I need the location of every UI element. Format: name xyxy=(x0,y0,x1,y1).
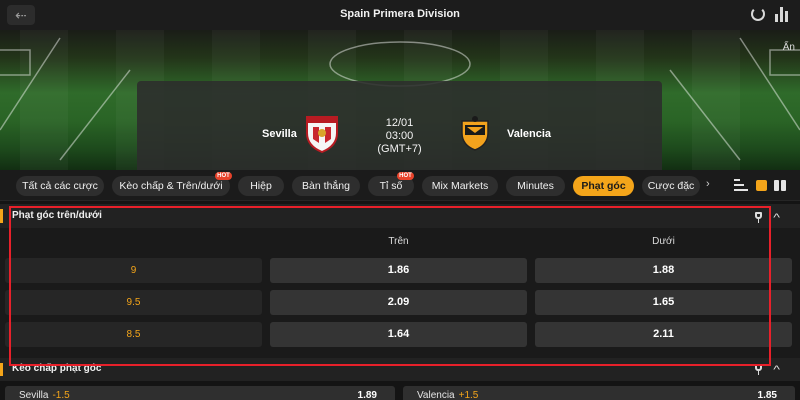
handicap-away-button[interactable]: Valencia +1.5 1.85 xyxy=(403,386,795,400)
match-card: Sevilla 12/01 03:00 (GMT+7) Valencia xyxy=(137,81,662,170)
bar-chart-icon[interactable] xyxy=(775,7,789,22)
handicap-team: Sevilla -1.5 xyxy=(19,390,70,400)
tab-half[interactable]: Hiệp xyxy=(238,176,284,196)
tab-minutes[interactable]: Minutes xyxy=(506,176,565,196)
column-header-under: Dưới xyxy=(652,236,675,247)
tab-corners[interactable]: Phạt góc xyxy=(573,176,634,196)
tab-handicap-over-under[interactable]: Kèo chấp & Trên/dưới xyxy=(112,176,230,196)
column-header-over: Trên xyxy=(388,236,409,247)
single-view-icon[interactable] xyxy=(756,180,767,191)
hot-badge: HOT xyxy=(397,172,414,180)
two-column-view-icon[interactable] xyxy=(774,180,786,191)
line-value: 9 xyxy=(5,258,262,283)
handicap-home-button[interactable]: Sevilla -1.5 1.89 xyxy=(5,386,395,400)
accent-bar xyxy=(0,209,3,223)
top-bar: ⇠ Spain Primera Division xyxy=(0,0,800,30)
market-header[interactable]: Kèo chấp phạt góc ^ xyxy=(0,358,800,381)
away-team-name: Valencia xyxy=(507,128,552,140)
hide-banner-button[interactable]: Ẩn xyxy=(783,42,795,53)
odds-under-button[interactable]: 1.88 xyxy=(535,258,792,283)
odds-over-button[interactable]: 1.64 xyxy=(270,322,527,347)
refresh-icon[interactable] xyxy=(751,7,765,21)
tab-specials[interactable]: Cược đặc xyxy=(642,176,700,196)
line-value: 9.5 xyxy=(5,290,262,315)
accent-bar xyxy=(0,363,3,376)
odds-under-button[interactable]: 2.11 xyxy=(535,322,792,347)
chevron-up-icon[interactable]: ^ xyxy=(773,212,780,224)
market-tabs: Tất cả các cược Kèo chấp & Trên/dưới HOT… xyxy=(0,170,800,201)
handicap-line: +1.5 xyxy=(458,390,479,400)
hot-badge: HOT xyxy=(215,172,232,180)
market-title: Kèo chấp phạt góc xyxy=(12,363,102,374)
pin-icon[interactable] xyxy=(755,364,762,375)
odds-under-button[interactable]: 1.65 xyxy=(535,290,792,315)
handicap-line: -1.5 xyxy=(52,390,70,400)
handicap-odds: 1.89 xyxy=(357,390,377,400)
match-datetime: 12/01 03:00 (GMT+7) xyxy=(362,117,437,156)
pin-icon[interactable] xyxy=(755,212,762,223)
odds-over-button[interactable]: 1.86 xyxy=(270,258,527,283)
page-title: Spain Primera Division xyxy=(340,8,460,20)
match-date: 12/01 xyxy=(385,117,414,129)
handicap-team: Valencia +1.5 xyxy=(417,390,479,400)
match-time: 03:00 xyxy=(385,130,414,142)
sevilla-crest-icon xyxy=(306,116,338,153)
chevron-right-icon[interactable]: › xyxy=(706,178,710,190)
sort-icon[interactable] xyxy=(734,179,748,191)
market-title: Phạt góc trên/dưới xyxy=(12,210,102,221)
home-team-name: Sevilla xyxy=(262,128,297,140)
tab-all-bets[interactable]: Tất cả các cược xyxy=(16,176,104,196)
tab-mix-markets[interactable]: Mix Markets xyxy=(422,176,498,196)
line-value: 8.5 xyxy=(5,322,262,347)
match-banner: Ẩn Sevilla 12/01 03:00 (GMT+7) Valencia xyxy=(0,30,800,170)
tab-goals[interactable]: Bàn thắng xyxy=(292,176,360,196)
match-timezone: (GMT+7) xyxy=(377,143,422,155)
odds-over-button[interactable]: 2.09 xyxy=(270,290,527,315)
chevron-up-icon[interactable]: ^ xyxy=(773,364,780,376)
handicap-odds: 1.85 xyxy=(757,390,777,400)
valencia-crest-icon xyxy=(461,116,489,151)
market-header[interactable]: Phạt góc trên/dưới ^ xyxy=(0,204,800,228)
